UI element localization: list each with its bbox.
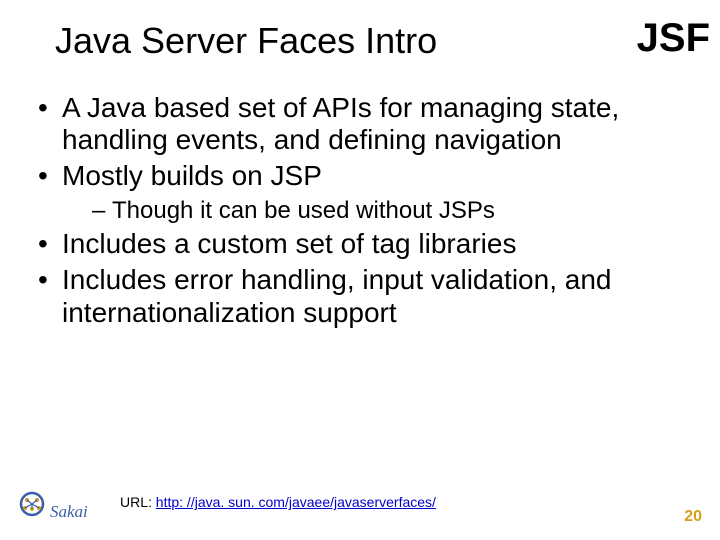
reference-url-link[interactable]: http: //java. sun. com/javaee/javaserver…	[156, 494, 436, 510]
sakai-logo-text: Sakai	[50, 502, 88, 522]
corner-jsf-label: JSF	[637, 16, 710, 61]
bullet-list: A Java based set of APIs for managing st…	[38, 92, 680, 329]
bullet-item: Mostly builds on JSP Though it can be us…	[38, 160, 680, 224]
bullet-item: Includes a custom set of tag libraries	[38, 228, 680, 260]
sakai-logo: Sakai	[18, 490, 98, 526]
title-area: Java Server Faces Intro JSF	[55, 20, 710, 80]
slide: Java Server Faces Intro JSF A Java based…	[0, 0, 720, 540]
bullet-item: A Java based set of APIs for managing st…	[38, 92, 680, 156]
slide-title: Java Server Faces Intro	[55, 20, 437, 62]
sub-bullet-list: Though it can be used without JSPs	[62, 197, 680, 225]
url-prefix: URL:	[120, 494, 156, 510]
sub-bullet-item: Though it can be used without JSPs	[92, 197, 680, 225]
page-number: 20	[684, 508, 702, 526]
bullet-text: Mostly builds on JSP	[62, 160, 322, 191]
bullet-item: Includes error handling, input validatio…	[38, 264, 680, 328]
content-area: A Java based set of APIs for managing st…	[38, 92, 680, 333]
reference-url-line: URL: http: //java. sun. com/javaee/javas…	[120, 494, 436, 510]
